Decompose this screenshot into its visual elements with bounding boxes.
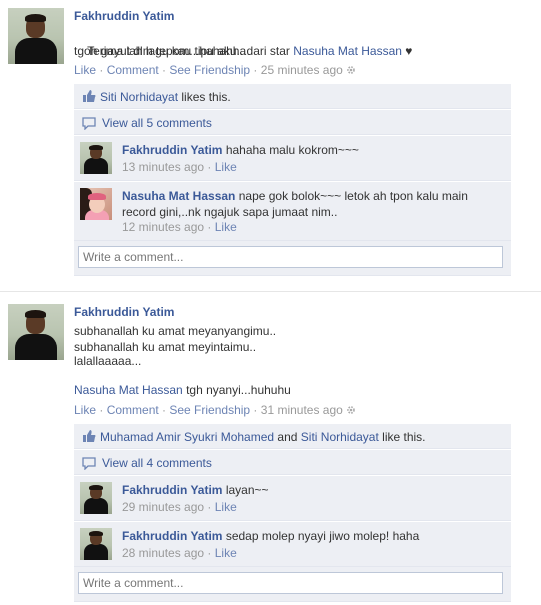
post-text: tgh nyanyi...huhuhu: [182, 383, 291, 397]
comment-like-link[interactable]: Like: [215, 160, 237, 174]
comment-bubble-icon: [82, 457, 96, 470]
author-avatar[interactable]: [8, 304, 64, 360]
post-timestamp[interactable]: 25 minutes ago: [261, 63, 343, 77]
comment-like-link[interactable]: Like: [215, 500, 237, 514]
gear-icon[interactable]: [346, 405, 356, 415]
likes-sentence: Siti Norhidayat likes this.: [74, 84, 511, 109]
post-actions: Like · Comment · See Friendship · 25 min…: [74, 63, 356, 77]
post-text-line: lalallaaaaa...: [74, 354, 142, 368]
liker-link[interactable]: Muhamad Amir Syukri Mohamed: [100, 430, 274, 444]
write-comment-row: Write a comment...: [74, 241, 511, 276]
thumbs-up-icon: [83, 430, 96, 442]
comment-text: hahaha malu kokrom~~~: [225, 143, 359, 157]
post-tag-line: Nasuha Mat Hassan tgh nyanyi...huhuhu: [74, 382, 291, 398]
comment-item: Fakhruddin Yatim sedap molep nyayi jiwo …: [74, 522, 511, 567]
comment-bubble-icon: [82, 117, 96, 130]
gear-icon[interactable]: [346, 65, 356, 75]
comment-item: Fakhruddin Yatim layan~~ 29 minutes ago …: [74, 476, 511, 521]
comment-item: Fakhruddin Yatim hahaha malu kokrom~~~ 1…: [74, 136, 511, 181]
author-avatar[interactable]: [8, 8, 64, 64]
comment-text: layan~~: [225, 483, 269, 497]
thumbs-up-icon: [83, 90, 96, 102]
commenter-avatar[interactable]: [80, 528, 112, 560]
post-author-name[interactable]: Fakhruddin Yatim: [74, 305, 174, 319]
comment-like-link[interactable]: Like: [215, 220, 237, 234]
commenter-name[interactable]: Nasuha Mat Hassan: [122, 189, 235, 203]
comment-like-link[interactable]: Like: [215, 546, 237, 560]
see-friendship-link[interactable]: See Friendship: [169, 63, 250, 77]
post-actions: Like · Comment · See Friendship · 31 min…: [74, 403, 356, 417]
post-author-name[interactable]: Fakhruddin Yatim: [74, 9, 174, 23]
view-all-comments[interactable]: View all 5 comments: [74, 110, 511, 135]
heart-symbol: ♥: [401, 44, 413, 58]
comment-timestamp[interactable]: 12 minutes ago: [122, 220, 204, 234]
comment-timestamp[interactable]: 13 minutes ago: [122, 160, 204, 174]
write-comment-input[interactable]: Write a comment...: [78, 572, 503, 594]
like-link[interactable]: Like: [74, 63, 96, 77]
commenter-name[interactable]: Fakhruddin Yatim: [122, 143, 222, 157]
like-link[interactable]: Like: [74, 403, 96, 417]
commenter-name[interactable]: Fakhruddin Yatim: [122, 483, 222, 497]
tagged-user-link[interactable]: Nasuha Mat Hassan: [293, 44, 402, 58]
post-text-line2: tgoh gayut dlm tepom...hahahha: [74, 44, 247, 58]
comment-link[interactable]: Comment: [107, 63, 159, 77]
view-all-comments-link[interactable]: View all 5 comments: [102, 116, 212, 130]
see-friendship-link[interactable]: See Friendship: [169, 403, 250, 417]
write-comment-row: Write a comment...: [74, 567, 511, 602]
post-timestamp[interactable]: 31 minutes ago: [261, 403, 343, 417]
comment-timestamp[interactable]: 29 minutes ago: [122, 500, 204, 514]
commenter-avatar[interactable]: [80, 482, 112, 514]
view-all-comments-link[interactable]: View all 4 comments: [102, 456, 212, 470]
view-all-comments[interactable]: View all 4 comments: [74, 450, 511, 475]
liker-link[interactable]: Siti Norhidayat: [100, 90, 178, 104]
post-text-line: subhanallah ku amat meyanyangimu..: [74, 324, 277, 338]
comment-link[interactable]: Comment: [107, 403, 159, 417]
post-divider: [0, 291, 541, 292]
comment-timestamp[interactable]: 28 minutes ago: [122, 546, 204, 560]
comment-text: sedap molep nyayi jiwo molep! haha: [225, 529, 420, 543]
write-comment-input[interactable]: Write a comment...: [78, 246, 503, 268]
tagged-user-link[interactable]: Nasuha Mat Hassan: [74, 383, 183, 397]
comment-item: Nasuha Mat Hassan nape gok bolok~~~ leto…: [74, 182, 511, 241]
commenter-avatar[interactable]: [80, 142, 112, 174]
likes-sentence: Muhamad Amir Syukri Mohamed and Siti Nor…: [74, 424, 511, 449]
liker-link[interactable]: Siti Norhidayat: [301, 430, 379, 444]
commenter-name[interactable]: Fakhruddin Yatim: [122, 529, 222, 543]
commenter-avatar[interactable]: [80, 188, 112, 220]
